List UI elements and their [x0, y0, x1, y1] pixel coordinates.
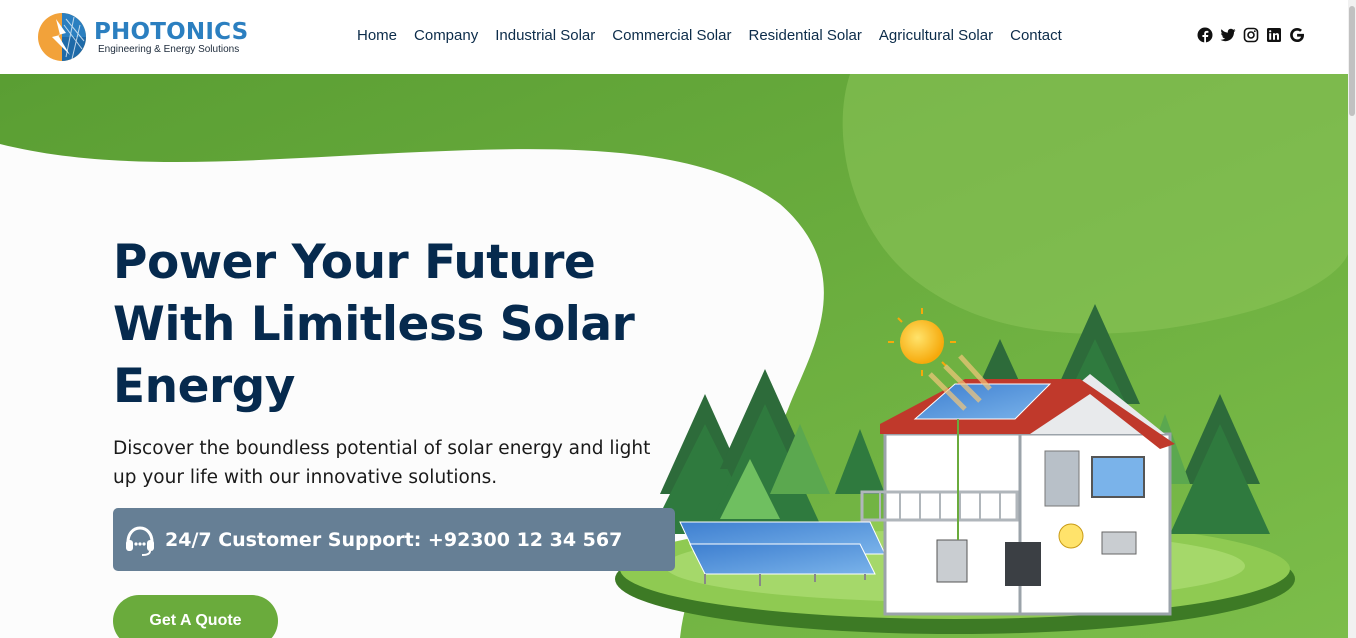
twitter-icon[interactable]: [1220, 27, 1236, 43]
instagram-icon[interactable]: [1243, 27, 1259, 43]
nav-home[interactable]: Home: [357, 27, 397, 44]
main-nav: Home Company Industrial Solar Commercial…: [357, 27, 1079, 44]
brand-logo[interactable]: PHOTONICS Engineering & Energy Solutions: [36, 10, 256, 64]
get-a-quote-button[interactable]: Get A Quote: [113, 595, 278, 638]
house-illustration: [860, 374, 1175, 616]
nav-company[interactable]: Company: [414, 27, 478, 44]
social-links: [1197, 27, 1305, 43]
page-scrollbar[interactable]: [1348, 0, 1356, 638]
headset-icon: [126, 525, 154, 556]
support-phone-text: 24/7 Customer Support: +92300 12 34 567: [165, 528, 623, 551]
nav-commercial-solar[interactable]: Commercial Solar: [612, 27, 731, 44]
hero-section: Power Your Future With Limitless Solar E…: [0, 74, 1348, 638]
nav-contact[interactable]: Contact: [1010, 27, 1062, 44]
hero-subline: Discover the boundless potential of sola…: [113, 438, 651, 488]
brand-tagline: Engineering & Energy Solutions: [98, 43, 240, 55]
site-header: PHOTONICS Engineering & Energy Solutions…: [0, 0, 1356, 74]
linkedin-icon[interactable]: [1266, 27, 1282, 43]
nav-agricultural-solar[interactable]: Agricultural Solar: [879, 27, 993, 44]
brand-name: PHOTONICS: [94, 18, 249, 45]
nav-industrial-solar[interactable]: Industrial Solar: [495, 27, 595, 44]
hero-headline: Power Your Future With Limitless Solar E…: [113, 235, 635, 414]
google-icon[interactable]: [1289, 27, 1305, 43]
facebook-icon[interactable]: [1197, 27, 1213, 43]
scrollbar-thumb[interactable]: [1349, 6, 1355, 116]
customer-support-banner[interactable]: 24/7 Customer Support: +92300 12 34 567: [113, 508, 675, 571]
nav-residential-solar[interactable]: Residential Solar: [748, 27, 861, 44]
logo-mark-icon: [38, 13, 86, 61]
